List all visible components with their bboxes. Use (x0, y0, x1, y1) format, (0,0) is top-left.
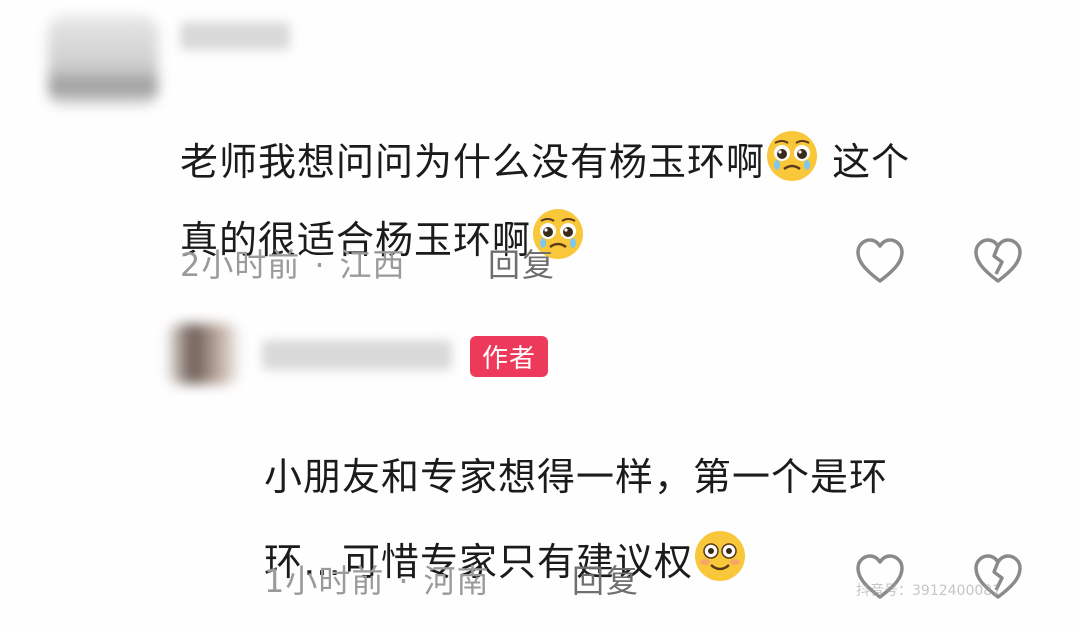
timestamp: 1小时前 (264, 562, 385, 600)
reply-button[interactable]: 回复 (488, 240, 556, 286)
pleading-face-icon (767, 131, 818, 182)
comment-meta: 1小时前 · 河南 (264, 556, 490, 602)
avatar[interactable] (168, 324, 238, 384)
comment-text-line: 这个 (819, 140, 911, 185)
avatar[interactable] (48, 16, 158, 106)
separator: · (314, 246, 326, 284)
username[interactable] (262, 340, 452, 370)
smiling-face-icon (695, 531, 746, 582)
location: 江西 (339, 246, 406, 284)
reply-button[interactable]: 回复 (572, 556, 640, 602)
author-badge: 作者 (470, 336, 549, 377)
timestamp: 2小时前 (180, 246, 301, 284)
watermark: 抖音号：3912400081 (856, 583, 1002, 599)
heart-icon[interactable] (854, 236, 906, 288)
location: 河南 (423, 562, 490, 600)
broken-heart-icon[interactable] (972, 236, 1024, 288)
username[interactable] (180, 22, 290, 50)
separator: · (398, 562, 410, 600)
comment-meta: 2小时前 · 江西 (180, 240, 406, 286)
